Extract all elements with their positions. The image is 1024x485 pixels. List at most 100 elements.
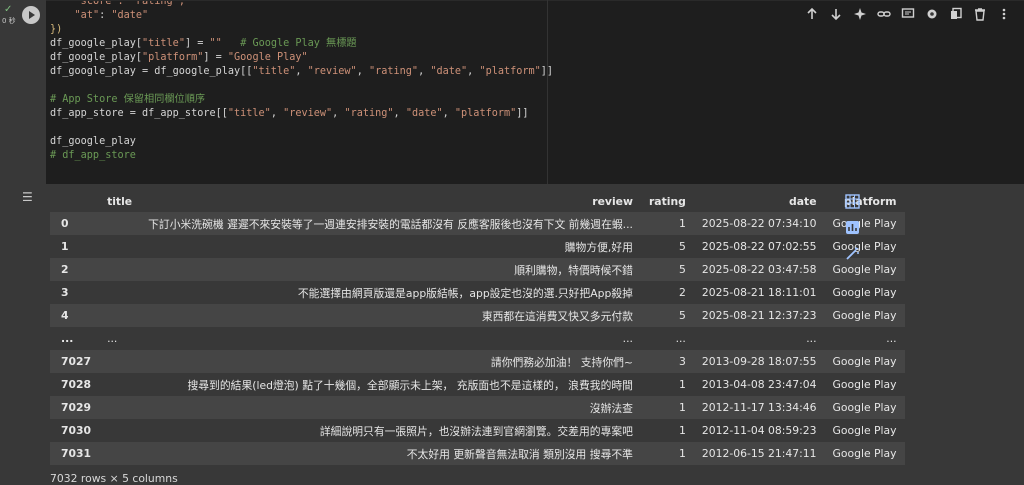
cell-platform: Google Play (824, 350, 905, 373)
code-token: ] = (184, 38, 210, 49)
code-token: "date" (111, 10, 149, 21)
code-token: "Google Play" (227, 52, 308, 63)
code-token: ]] (516, 108, 529, 119)
code-token: "rating" (344, 108, 394, 119)
code-token: }) (50, 24, 63, 35)
code-token: "title" (142, 38, 185, 49)
row-index: 4 (50, 304, 100, 327)
more-icon[interactable] (994, 4, 1014, 24)
magic-wand-icon[interactable] (843, 244, 861, 262)
cell-date: ... (806, 332, 817, 345)
table-row: .................. (50, 327, 905, 350)
code-token: , (295, 66, 308, 77)
code-token: "review" (283, 108, 333, 119)
row-index: 7031 (50, 442, 100, 465)
code-token: ] = (203, 52, 228, 63)
cell-title (99, 212, 141, 235)
cell-gutter: ✓ 0 秒 ☰ (0, 0, 46, 483)
cell-date: 2025-08-22 07:02:55 (701, 240, 817, 253)
cell-review: 詳細說明只有一張照片，也沒辦法連到官網瀏覽。交差用的專案吧 (319, 424, 633, 438)
code-token: df_app_store = df_app_store[[ (50, 108, 228, 119)
cell-platform: Google Play (832, 424, 897, 437)
cell-review: 東西都在這消費又快又多元付款 (140, 304, 641, 327)
table-row: 3 不能選擇由網頁版還是app版結帳，app設定也沒的選.只好把App殺掉 2 202… (50, 281, 905, 304)
cell-platform: Google Play (824, 396, 905, 419)
table-row: 7029 沒辦法查 1 2012-11-17 13:34:46 Google Play (50, 396, 905, 419)
code-line: }) (50, 23, 62, 37)
code-token: , (442, 108, 455, 119)
row-index: 2 (50, 258, 100, 281)
code-line: df_google_play (50, 135, 136, 149)
cell-rating: 1 (640, 442, 694, 465)
cell-rating: 1 (640, 212, 694, 235)
delete-icon[interactable] (970, 4, 990, 24)
code-token: "score": "rating", (74, 0, 185, 7)
chart-icon[interactable] (843, 218, 861, 236)
table-row: 2 順利購物，特價時候不錯 5 2025-08-22 03:47:58 Google P… (50, 258, 905, 281)
code-token: "platform" (142, 52, 204, 63)
table-row: 7027 請你們務必加油！ 支持你們~ 3 2013-09-28 18:07:55 Go… (50, 350, 905, 373)
cell-platform: Google Play (824, 304, 905, 327)
cell-review: 不太好用 更新聲音無法取消 類別沒用 搜尋不準 (140, 442, 641, 465)
cell-platform: Google Play (824, 258, 905, 281)
dataframe-shape: 7032 rows × 5 columns (50, 472, 178, 485)
cell-output: title review rating date platform 0 下訂小米洗… (46, 184, 1024, 485)
code-line: df_google_play = df_google_play[["title"… (50, 65, 553, 79)
code-editor[interactable]: "score": "rating", "at": "date"}) df_goog… (46, 0, 1024, 185)
table-row: 7031 不太好用 更新聲音無法取消 類別沒用 搜尋不準 1 2012-06-15 2… (50, 442, 905, 465)
column-header: rating (648, 194, 686, 208)
cell-review: 沒辦法查 (140, 396, 641, 419)
cell-date: 2025-08-21 18:11:01 (701, 286, 817, 299)
cell-date: 2025-08-22 07:34:10 (693, 212, 825, 235)
play-icon (29, 11, 35, 19)
table-header-row: title review rating date platform (50, 190, 905, 212)
cell-date: 2013-09-28 18:07:55 (693, 350, 825, 373)
code-line: df_google_play["title"] = "" # Google Pl… (50, 37, 357, 51)
code-token: "platform" (479, 66, 541, 77)
arrow-up-icon[interactable] (802, 4, 822, 24)
cell-title (99, 281, 140, 304)
comment-icon[interactable] (898, 4, 918, 24)
link-icon[interactable] (874, 4, 894, 24)
cell-rating: 3 (640, 350, 694, 373)
gear-icon[interactable] (922, 4, 942, 24)
code-token: , (418, 66, 431, 77)
code-token: # App Store 保留相同欄位順序 (50, 94, 206, 105)
column-header: platform (843, 194, 897, 208)
code-token: , (270, 108, 284, 119)
table-icon[interactable] (843, 192, 861, 210)
cell-review: 順利購物，特價時候不錯 (140, 258, 641, 281)
row-index: 7028 (61, 378, 92, 391)
cell-platform: Google Play (832, 378, 897, 391)
cell-rating: 1 (678, 378, 686, 391)
cell-title (99, 442, 141, 465)
cell-date: 2012-11-04 08:59:23 (701, 424, 817, 437)
row-index: ... (61, 332, 74, 345)
row-index: 7029 (50, 396, 100, 419)
code-token: "title" (227, 108, 271, 119)
code-token: "date" (430, 66, 468, 77)
output-toggle-icon[interactable]: ☰ (22, 190, 33, 204)
cell-rating: ... (675, 332, 686, 345)
mirror-icon[interactable] (946, 4, 966, 24)
sparkle-icon[interactable] (850, 4, 870, 24)
cell-title: ... (107, 332, 118, 345)
code-line: # App Store 保留相同欄位順序 (50, 93, 205, 107)
code-token: "at" (74, 10, 100, 21)
arrow-down-icon[interactable] (826, 4, 846, 24)
run-cell-button[interactable] (22, 6, 40, 24)
cell-review: 下訂小米洗碗機 遲遲不來安裝等了一週連安排安裝的電話都沒有 反應客服後也沒有下文… (140, 212, 641, 235)
cell-title (99, 304, 141, 327)
cell-date: 2025-08-22 03:47:58 (693, 258, 825, 281)
cell-title (99, 373, 140, 396)
dataframe-table: title review rating date platform 0 下訂小米洗… (50, 190, 905, 465)
code-line: df_app_store = df_app_store[["title", "r… (50, 107, 529, 121)
row-index: 0 (50, 212, 100, 235)
exec-time: 0 秒 (2, 17, 16, 25)
cell-date: 2012-11-17 13:34:46 (693, 396, 825, 419)
code-token: "" (209, 38, 222, 49)
cell-platform: Google Play (824, 212, 905, 235)
index-header (50, 190, 99, 212)
column-header: date (789, 194, 817, 208)
